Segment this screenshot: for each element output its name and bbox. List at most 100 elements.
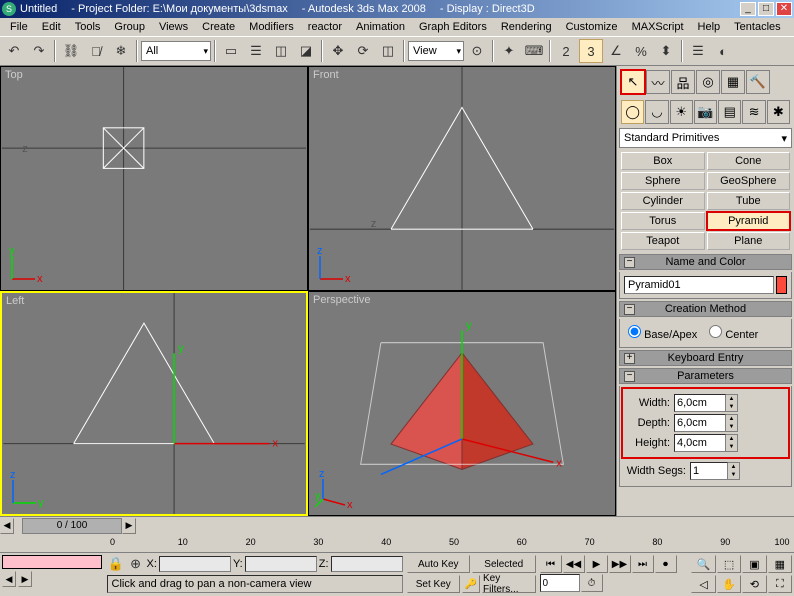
subtab-spacewarps[interactable]: ≋ [742,100,765,124]
tab-motion[interactable]: ◎ [696,70,720,94]
redo-button[interactable]: ↷ [27,39,51,63]
tab-hierarchy[interactable]: 品 [671,70,695,94]
rollout-parameters[interactable]: −Parameters [619,368,792,384]
menu-tools[interactable]: Tools [69,20,107,34]
obj-geosphere[interactable]: GeoSphere [707,172,791,190]
setkey-button[interactable]: Set Key [407,575,461,593]
subtab-shapes[interactable]: ◡ [645,100,668,124]
track-next[interactable]: ▶ [18,571,32,587]
time-config-button[interactable]: ⏱ [581,574,603,592]
menu-animation[interactable]: Animation [350,20,411,34]
menu-help[interactable]: Help [692,20,727,34]
manipulate-button[interactable]: ✦ [497,39,521,63]
select-by-name-button[interactable]: ☰ [244,39,268,63]
scroll-left[interactable]: ◀ [0,518,14,534]
window-crossing-button[interactable]: ◪ [294,39,318,63]
viewport-left[interactable]: Left x y y z [0,291,308,516]
rollout-keyboard-entry[interactable]: +Keyboard Entry [619,350,792,366]
height-input[interactable] [674,434,726,452]
select-button[interactable]: ▭ [219,39,243,63]
menu-grapheditors[interactable]: Graph Editors [413,20,493,34]
link-button[interactable]: ⛓ [59,39,83,63]
menu-modifiers[interactable]: Modifiers [243,20,300,34]
track-prev[interactable]: ◀ [2,571,16,587]
minimize-button[interactable]: _ [740,2,756,16]
orbit-button[interactable]: ⟲ [742,575,766,593]
menu-views[interactable]: Views [153,20,194,34]
selection-color[interactable] [2,555,102,569]
autokey-button[interactable]: Auto Key [407,555,471,573]
menu-maxscript[interactable]: MAXScript [626,20,690,34]
width-spinner[interactable]: ▲▼ [726,394,738,412]
obj-torus[interactable]: Torus [621,212,705,230]
select-rotate-button[interactable]: ⟳ [351,39,375,63]
menu-file[interactable]: File [4,20,34,34]
subtab-helpers[interactable]: ▤ [718,100,741,124]
snaps-3d-button[interactable]: 3 [579,39,603,63]
subtab-geometry[interactable]: ◯ [621,100,644,124]
obj-plane[interactable]: Plane [707,232,791,250]
play-button[interactable]: ▶ [586,555,608,573]
obj-tube[interactable]: Tube [707,192,791,210]
tab-modify[interactable]: 〰 [646,70,670,94]
zoom-extents-all-button[interactable]: ▦ [768,555,792,573]
subtab-cameras[interactable]: 📷 [694,100,717,124]
obj-cylinder[interactable]: Cylinder [621,192,705,210]
height-spinner[interactable]: ▲▼ [726,434,738,452]
menu-rendering[interactable]: Rendering [495,20,558,34]
snaps-2d-button[interactable]: 2 [554,39,578,63]
rollout-name-color[interactable]: −Name and Color [619,254,792,270]
time-ruler[interactable]: 0 10 20 30 40 50 60 70 80 90 100 [110,534,788,552]
next-frame-button[interactable]: ▶▶ [609,555,631,573]
menu-edit[interactable]: Edit [36,20,67,34]
key-mode-toggle[interactable]: ⏺ [655,555,677,573]
select-scale-button[interactable]: ◫ [376,39,400,63]
subtab-lights[interactable]: ☀ [670,100,693,124]
rollout-creation-method[interactable]: −Creation Method [619,301,792,317]
selection-filter-combo[interactable]: All [141,41,211,61]
viewport-front[interactable]: Front z x z [308,66,616,291]
abs-rel-icon[interactable]: ⊕ [127,555,145,573]
select-move-button[interactable]: ✥ [326,39,350,63]
prev-frame-button[interactable]: ◀◀ [563,555,585,573]
keymode-selected[interactable]: Selected [472,555,536,573]
ref-coord-combo[interactable]: View [408,41,464,61]
fov-button[interactable]: ◁ [691,575,715,593]
menu-customize[interactable]: Customize [560,20,624,34]
width-input[interactable] [674,394,726,412]
menu-create[interactable]: Create [196,20,241,34]
keyfilters-button[interactable]: Key Filters... [482,575,536,593]
goto-start-button[interactable]: ⏮ [540,555,562,573]
widthsegs-input[interactable] [690,462,728,480]
depth-spinner[interactable]: ▲▼ [726,414,738,432]
y-input[interactable] [245,556,317,572]
key-icon[interactable]: 🔑 [462,575,480,593]
x-input[interactable] [159,556,231,572]
menu-group[interactable]: Group [108,20,151,34]
menu-tentacles[interactable]: Tentacles [728,20,786,34]
goto-end-button[interactable]: ⏭ [632,555,654,573]
frame-slider[interactable]: 0 / 100 [22,518,122,534]
menu-reactor[interactable]: reactor [302,20,348,34]
category-select[interactable]: Standard Primitives [619,128,792,148]
undo-button[interactable]: ↶ [2,39,26,63]
scroll-right[interactable]: ▶ [122,518,136,534]
tab-create[interactable]: ↖ [621,70,645,94]
zoom-all-button[interactable]: ⬚ [717,555,741,573]
unlink-button[interactable]: ⛓̸ [84,39,108,63]
zoom-button[interactable]: 🔍 [691,555,715,573]
mirror-button[interactable]: ◐ [711,39,735,63]
tab-utilities[interactable]: 🔨 [746,70,770,94]
depth-input[interactable] [674,414,726,432]
obj-pyramid[interactable]: Pyramid [707,212,791,230]
viewport-top[interactable]: Top z x y [0,66,308,291]
angle-snap-button[interactable]: ∠ [604,39,628,63]
percent-snap-button[interactable]: % [629,39,653,63]
close-button[interactable]: ✕ [776,2,792,16]
object-name-input[interactable] [624,276,774,294]
bind-spacewarp-button[interactable]: ❄ [109,39,133,63]
widthsegs-spinner[interactable]: ▲▼ [728,462,740,480]
maximize-viewport-button[interactable]: ⛶ [768,575,792,593]
spinner-snap-button[interactable]: ⬍ [654,39,678,63]
viewport-perspective[interactable]: Perspective x y x y z [308,291,616,516]
